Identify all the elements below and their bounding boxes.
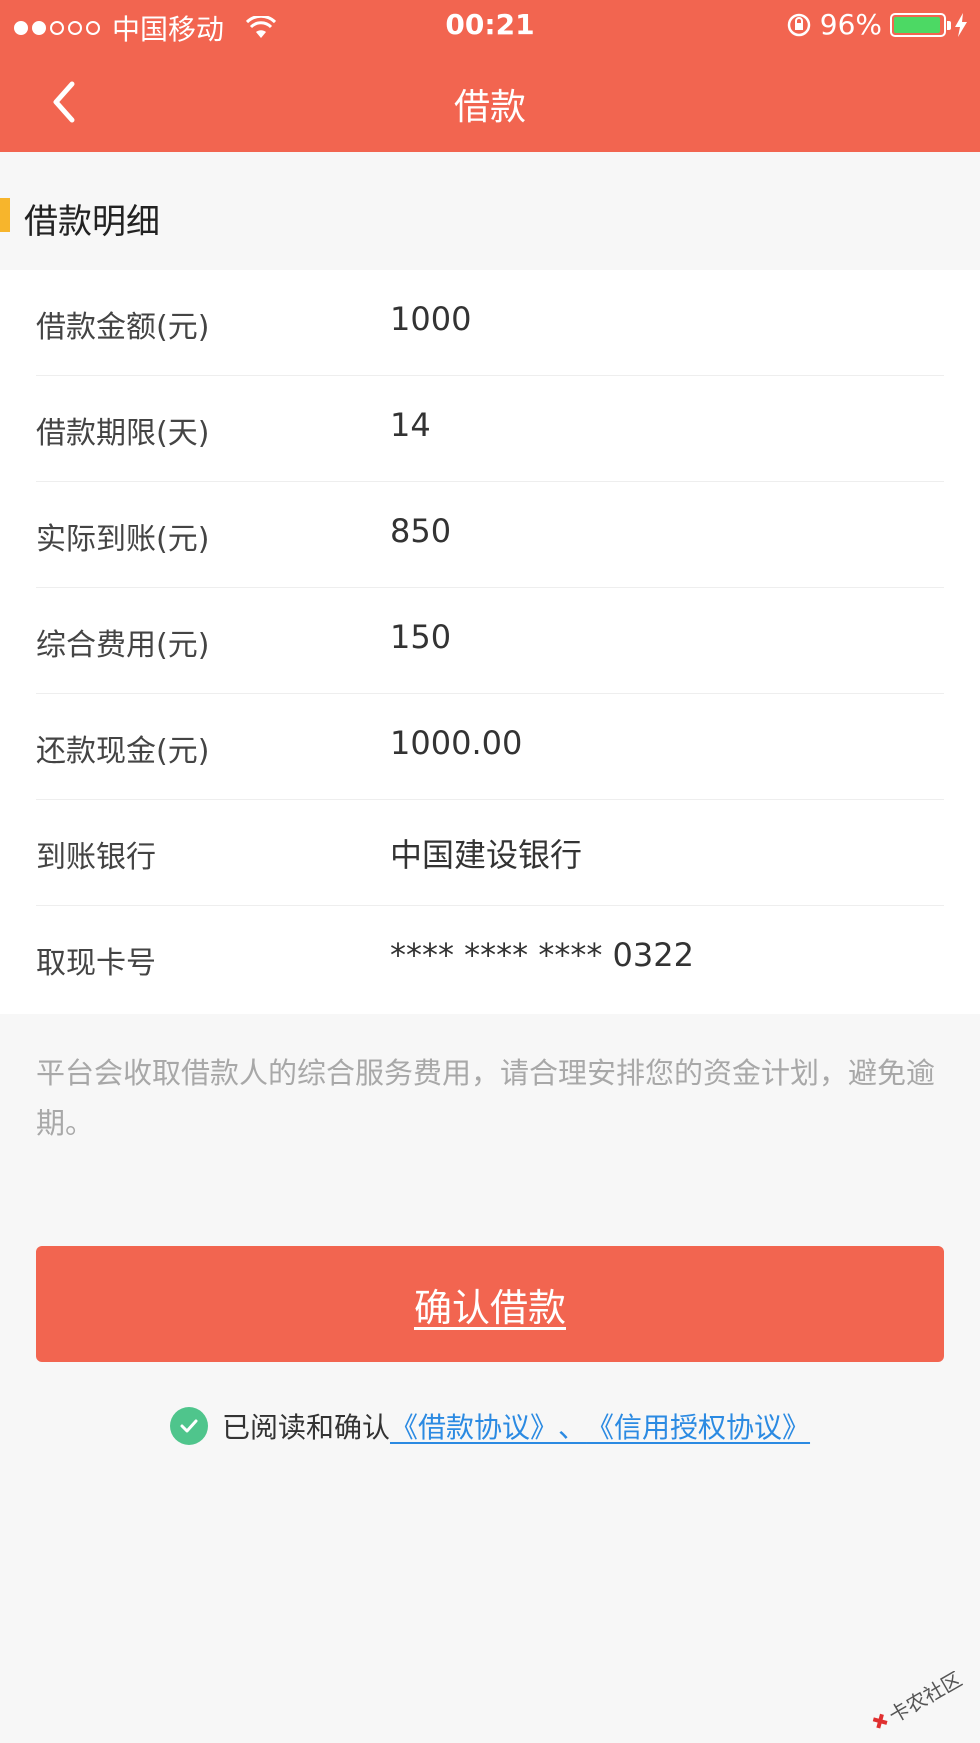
fee-notice: 平台会收取借款人的综合服务费用，请合理安排您的资金计划，避免逾期。 — [36, 1056, 936, 1140]
loan-agreement-link[interactable]: 《借款协议》 — [390, 1406, 558, 1446]
section-header: 借款明细 — [0, 152, 980, 270]
status-bar: 中国移动 00:21 96% — [0, 0, 980, 50]
confirm-loan-button[interactable]: 确认借款 — [36, 1246, 944, 1362]
detail-label: 到账银行 — [36, 840, 156, 875]
detail-value: 1000.00 — [390, 724, 523, 762]
detail-row-total-fee: 综合费用(元) 150 — [36, 588, 944, 694]
loan-detail-list: 借款金额(元) 1000 借款期限(天) 14 实际到账(元) 850 综合费用… — [0, 270, 980, 1014]
detail-label: 综合费用(元) — [36, 628, 210, 663]
detail-label: 借款金额(元) — [36, 310, 210, 345]
detail-row-bank: 到账银行 中国建设银行 — [36, 800, 944, 906]
detail-value: 14 — [390, 406, 431, 444]
charging-icon — [955, 12, 967, 37]
detail-value: **** **** **** 0322 — [390, 936, 694, 974]
page-title: 借款 — [453, 87, 526, 128]
detail-row-loan-amount: 借款金额(元) 1000 — [36, 270, 944, 376]
detail-label: 取现卡号 — [36, 946, 156, 981]
battery-icon — [890, 12, 951, 37]
check-icon — [180, 1419, 198, 1433]
detail-value: 150 — [390, 618, 452, 656]
detail-row-actual-received: 实际到账(元) 850 — [36, 482, 944, 588]
detail-row-repayment: 还款现金(元) 1000.00 — [36, 694, 944, 800]
header: 中国移动 00:21 96% 借款 — [0, 0, 980, 152]
detail-value: 850 — [390, 512, 452, 550]
navigation-bar: 借款 — [0, 50, 980, 152]
detail-row-loan-term: 借款期限(天) 14 — [36, 376, 944, 482]
detail-value: 中国建设银行 — [390, 836, 583, 874]
agreement-row: 已阅读和确认 《借款协议》 、 《信用授权协议》 — [0, 1404, 980, 1448]
agreement-separator: 、 — [558, 1411, 587, 1444]
detail-label: 实际到账(元) — [36, 522, 210, 557]
rotation-lock-icon — [787, 13, 811, 36]
detail-value: 1000 — [390, 300, 472, 338]
detail-row-card-number: 取现卡号 **** **** **** 0322 — [36, 906, 944, 1012]
section-accent-bar — [0, 198, 10, 232]
detail-label: 还款现金(元) — [36, 734, 210, 769]
battery-percent: 96% — [819, 8, 882, 41]
watermark-text: 卡农社区 — [885, 1671, 966, 1728]
section-title: 借款明细 — [24, 202, 160, 242]
credit-agreement-link[interactable]: 《信用授权协议》 — [586, 1406, 810, 1446]
detail-label: 借款期限(天) — [36, 416, 210, 451]
agreement-checkbox[interactable] — [169, 1407, 208, 1445]
agreement-prefix: 已阅读和确认 — [221, 1411, 390, 1444]
watermark-logo: 卡农社区 — [872, 1671, 966, 1729]
